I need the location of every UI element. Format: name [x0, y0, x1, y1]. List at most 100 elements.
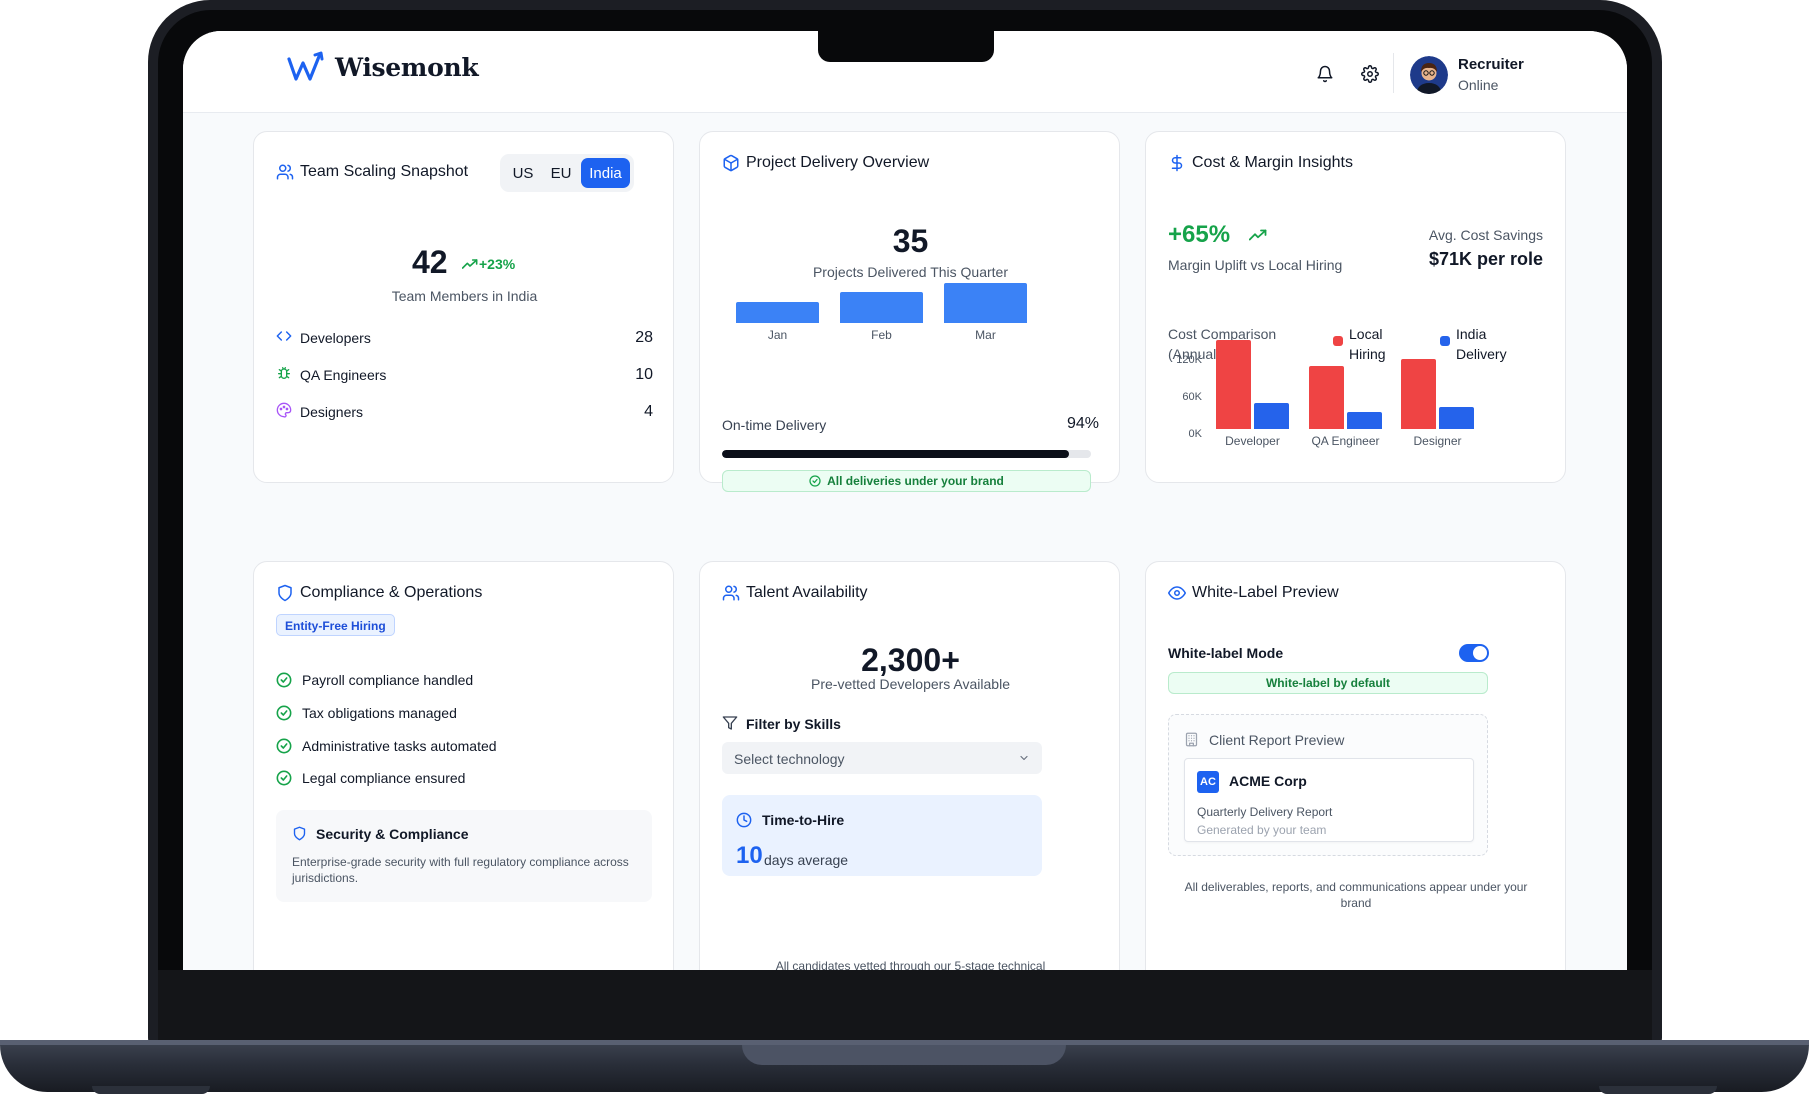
users-icon: [276, 164, 294, 180]
x-tick-label: QA Engineer: [1311, 434, 1380, 448]
talent-caption: Pre-vetted Developers Available: [811, 676, 1010, 692]
bar-developer-local-hiring: [1216, 339, 1251, 429]
tth-unit: days average: [764, 852, 849, 868]
notification-bell-button[interactable]: [1310, 59, 1340, 89]
report-card[interactable]: AC ACME Corp Quarterly Delivery Report G…: [1184, 758, 1474, 842]
report-title: Quarterly Delivery Report: [1197, 805, 1333, 819]
x-tick-label: Designer: [1413, 434, 1462, 448]
bar-qa-engineer-india-delivery: [1347, 411, 1382, 429]
white-label-card: White-Label Preview White-label Mode Whi…: [1145, 561, 1566, 970]
white-label-footnote: All deliverables, reports, and communica…: [1184, 880, 1528, 910]
team-count: 42: [412, 244, 448, 280]
role-label-qa: QA Engineers: [300, 367, 387, 383]
bell-icon: [1317, 65, 1333, 83]
check-circle-icon: [276, 770, 292, 786]
compliance-item: Legal compliance ensured: [276, 770, 465, 786]
cost-margin-card: Cost & Margin Insights +65% Margin Uplif…: [1145, 131, 1566, 483]
card-title: Talent Availability: [746, 584, 868, 601]
role-label-developers: Developers: [300, 330, 371, 346]
on-time-progress-track: [722, 450, 1091, 458]
role-label-designers: Designers: [300, 404, 364, 420]
y-tick-label: 60K: [1182, 391, 1202, 403]
security-title: Security & Compliance: [316, 826, 469, 842]
security-panel: Security & Compliance Enterprise-grade s…: [276, 810, 652, 902]
team-scaling-card: Team Scaling Snapshot US EU India 42 +23…: [253, 131, 674, 483]
check-circle-icon: [276, 738, 292, 754]
camera-notch: [818, 28, 994, 62]
card-title: Team Scaling Snapshot: [300, 163, 469, 180]
check-circle-icon: [276, 672, 292, 688]
x-tick-label: Mar: [975, 328, 996, 342]
cost-comparison-chart: 120K 60K 0K Developer QA Engineer Designer: [1146, 132, 1567, 484]
brand-name: Wisemonk: [335, 52, 479, 82]
compliance-item-label: Legal compliance ensured: [302, 770, 466, 786]
header-divider: [1393, 53, 1394, 93]
chevron-down-icon: [1020, 755, 1028, 761]
bug-icon: [278, 367, 290, 379]
x-tick-label: Feb: [871, 328, 892, 342]
region-tab-us[interactable]: US: [504, 158, 542, 188]
user-name: Recruiter: [1458, 56, 1524, 73]
y-tick-label: 0K: [1188, 428, 1202, 440]
badge-text: All deliveries under your brand: [827, 474, 1004, 488]
compliance-item-label: Payroll compliance handled: [302, 672, 474, 688]
client-name: ACME Corp: [1229, 773, 1307, 789]
role-value-designers: 4: [644, 403, 653, 420]
select-placeholder: Select technology: [734, 751, 845, 767]
brand-delivery-badge: All deliveries under your brand: [722, 470, 1091, 492]
white-label-mode-label: White-label Mode: [1168, 645, 1284, 661]
preview-title: Client Report Preview: [1209, 732, 1345, 748]
check-circle-icon: [276, 705, 292, 721]
user-avatar-illustration: [1410, 56, 1448, 94]
badge-text: White-label by default: [1265, 676, 1390, 690]
team-growth: +23%: [479, 256, 516, 272]
bar-qa-engineer-local-hiring: [1309, 365, 1344, 429]
tth-value: 10: [736, 842, 763, 869]
brand-logo[interactable]: Wisemonk: [287, 51, 479, 83]
white-label-toggle[interactable]: [1459, 644, 1489, 662]
on-time-value: 94%: [1066, 415, 1099, 432]
bar-mar: [944, 283, 1027, 323]
entity-free-tag: Entity-Free Hiring: [276, 614, 395, 636]
building-icon: [1185, 732, 1198, 747]
wisemonk-logo-icon: [287, 51, 324, 81]
talent-card: Talent Availability 2,300+ Pre-vetted De…: [699, 561, 1120, 970]
talent-footnote: All candidates vetted through our 5-stag…: [775, 959, 1046, 970]
white-label-badge: White-label by default: [1168, 672, 1488, 694]
palette-icon: [276, 402, 292, 418]
laptop-foot-right: [1599, 1086, 1717, 1094]
y-tick-label: 120K: [1176, 354, 1202, 366]
laptop-foot-left: [92, 1086, 210, 1094]
filter-icon: [722, 716, 738, 730]
client-logo-badge: AC: [1197, 771, 1219, 793]
monthly-deliveries-chart: Jan Feb Mar: [700, 132, 1121, 392]
card-title: Compliance & Operations: [300, 584, 483, 601]
security-text: Enterprise-grade security with full regu…: [292, 855, 629, 885]
user-status: Online: [1458, 77, 1499, 93]
compliance-item: Administrative tasks automated: [276, 738, 497, 754]
shield-icon: [278, 584, 292, 602]
gear-icon: [1361, 65, 1379, 83]
technology-select[interactable]: Select technology: [722, 742, 1042, 774]
client-report-preview: Client Report Preview AC ACME Corp Quart…: [1168, 714, 1488, 856]
region-tab-eu[interactable]: EU: [542, 158, 580, 188]
bar-jan: [736, 301, 819, 323]
clock-icon: [736, 812, 752, 828]
bar-designer-india-delivery: [1439, 407, 1474, 429]
region-tab-india[interactable]: India: [581, 158, 630, 188]
x-tick-label: Developer: [1225, 434, 1280, 448]
app-screen: Wisemonk Recruiter Online Team Scaling S…: [183, 31, 1627, 970]
region-segmented-control: US EU India: [500, 154, 634, 192]
avatar[interactable]: [1410, 56, 1448, 94]
filter-label: Filter by Skills: [746, 716, 841, 732]
settings-button[interactable]: [1355, 59, 1385, 89]
project-delivery-card: Project Delivery Overview 35 Projects De…: [699, 131, 1121, 492]
eye-icon: [1168, 586, 1186, 600]
on-time-label: On-time Delivery: [722, 417, 827, 433]
code-icon: [276, 331, 292, 341]
bar-feb: [840, 291, 923, 323]
compliance-item: Payroll compliance handled: [276, 672, 473, 688]
bar-designer-local-hiring: [1401, 358, 1436, 429]
shield-icon: [293, 826, 306, 841]
team-caption: Team Members in India: [391, 288, 538, 304]
